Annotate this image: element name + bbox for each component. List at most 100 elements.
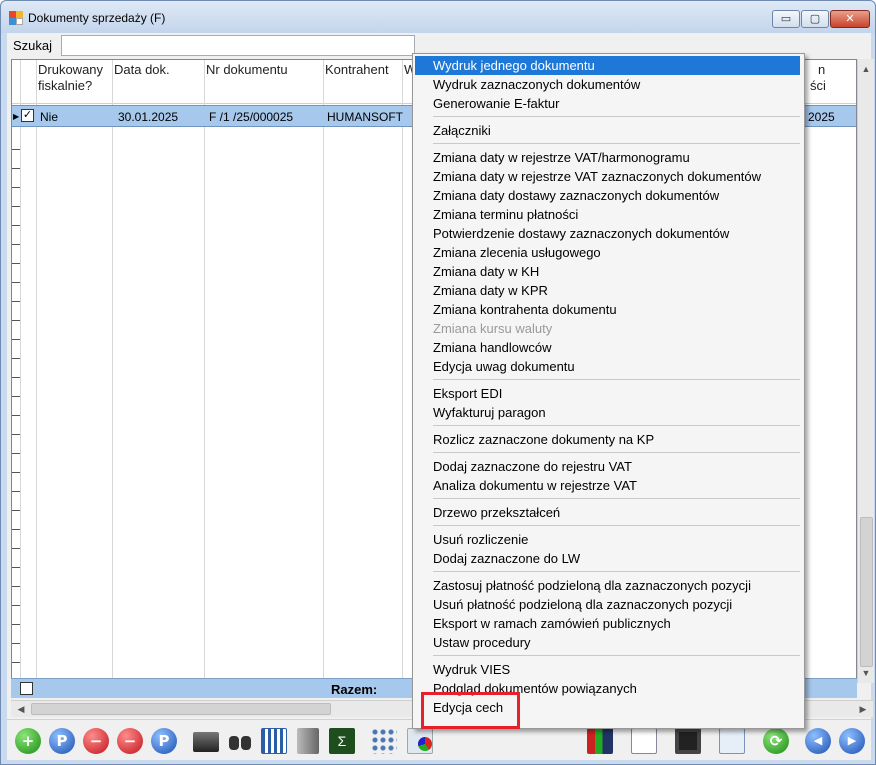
menu-separator <box>433 116 800 117</box>
menu-item-zmiana-kontrahenta-dokumentu[interactable]: Zmiana kontrahenta dokumentu <box>415 300 802 319</box>
row-divider <box>12 624 20 625</box>
menu-item-dodaj-zaznaczone-do-lw[interactable]: Dodaj zaznaczone do LW <box>415 549 802 568</box>
minimize-button[interactable]: ▭ <box>772 10 800 28</box>
preview-icon[interactable]: P <box>49 728 75 754</box>
scroll-down-icon[interactable]: ▼ <box>858 665 874 681</box>
first-icon[interactable]: ◀ <box>805 728 831 754</box>
menu-separator <box>433 143 800 144</box>
cell-data: 30.01.2025 <box>118 110 179 124</box>
menu-item-zmiana-daty-w-rejestrze-vat-zaznaczonych-dokumentow[interactable]: Zmiana daty w rejestrze VAT zaznaczonych… <box>415 167 802 186</box>
menu-item-usun-rozliczenie[interactable]: Usuń rozliczenie <box>415 530 802 549</box>
select-all-checkbox[interactable] <box>20 682 33 695</box>
last-icon[interactable]: ▶ <box>839 728 865 754</box>
maximize-button[interactable]: ▢ <box>801 10 829 28</box>
calendar-icon[interactable] <box>261 728 287 754</box>
menu-item-zmiana-terminu-platnosci[interactable]: Zmiana terminu płatności <box>415 205 802 224</box>
menu-item-dodaj-zaznaczone-do-rejestru-vat[interactable]: Dodaj zaznaczone do rejestru VAT <box>415 457 802 476</box>
menu-item-zmiana-zlecenia-uslugowego[interactable]: Zmiana zlecenia usługowego <box>415 243 802 262</box>
row-divider <box>12 187 20 188</box>
summary-label: Razem: <box>331 682 378 697</box>
menu-item-zmiana-kursu-waluty: Zmiana kursu waluty <box>433 321 553 336</box>
title-bar: Dokumenty sprzedaży (F) ▭ ▢ ✕ <box>1 1 875 33</box>
menu-item-zastosuj-platnosc-podzielona-dla-zaznaczonych-pozycji[interactable]: Zastosuj płatność podzieloną dla zaznacz… <box>415 576 802 595</box>
h-scroll-thumb[interactable] <box>31 703 331 715</box>
menu-separator <box>433 655 800 656</box>
row-divider <box>12 377 20 378</box>
menu-separator <box>433 571 800 572</box>
p-icon[interactable]: P <box>151 728 177 754</box>
row-divider <box>12 567 20 568</box>
row-divider <box>12 529 20 530</box>
row-divider <box>12 472 20 473</box>
printer-icon[interactable] <box>193 732 219 752</box>
refresh-icon[interactable]: ⟳ <box>763 728 789 754</box>
menu-item-eksport-w-ramach-zamowien-publicznych[interactable]: Eksport w ramach zamówień publicznych <box>415 614 802 633</box>
binoculars-icon[interactable] <box>227 728 253 754</box>
row-divider <box>12 149 20 150</box>
highlight-marker <box>421 692 520 729</box>
row-divider <box>12 453 20 454</box>
formula-icon[interactable]: Σ <box>329 728 355 754</box>
menu-separator <box>433 379 800 380</box>
header-nr-dokumentu[interactable]: Nr dokumentu <box>206 62 288 78</box>
menu-item-zalaczniki[interactable]: Załączniki <box>415 121 802 140</box>
menu-item-rozlicz-zaznaczone-dokumenty-na-kp[interactable]: Rozlicz zaznaczone dokumenty na KP <box>415 430 802 449</box>
menu-item-generowanie-e-faktur[interactable]: Generowanie E-faktur <box>415 94 802 113</box>
menu-item-zmiana-daty-dostawy-zaznaczonych-dokumentow[interactable]: Zmiana daty dostawy zaznaczonych dokumen… <box>415 186 802 205</box>
row-divider <box>12 548 20 549</box>
header-data-dok[interactable]: Data dok. <box>114 62 170 78</box>
menu-item-zmiana-handlowcow[interactable]: Zmiana handlowców <box>415 338 802 357</box>
row-divider <box>12 282 20 283</box>
menu-item-drzewo-przeksztalcen[interactable]: Drzewo przekształceń <box>415 503 802 522</box>
menu-item-zmiana-daty-w-kpr[interactable]: Zmiana daty w KPR <box>415 281 802 300</box>
menu-item-zmiana-daty-w-kh[interactable]: Zmiana daty w KH <box>415 262 802 281</box>
row-divider <box>12 586 20 587</box>
scroll-up-icon[interactable]: ▲ <box>858 61 874 77</box>
search-input[interactable] <box>61 35 415 56</box>
add-icon[interactable]: + <box>15 728 41 754</box>
cell-right: 2025 <box>808 110 835 124</box>
row-divider <box>12 301 20 302</box>
window-icon[interactable] <box>719 728 745 754</box>
row-divider <box>12 358 20 359</box>
header-drukowany[interactable]: Drukowany fiskalnie? <box>38 62 103 94</box>
menu-item-zmiana-daty-w-rejestrze-vat-harmonogramu[interactable]: Zmiana daty w rejestrze VAT/harmonogramu <box>415 148 802 167</box>
row-pointer-icon: ▶ <box>13 112 20 121</box>
search-label: Szukaj <box>13 38 53 53</box>
menu-item-wyfakturuj-paragon[interactable]: Wyfakturuj paragon <box>415 403 802 422</box>
menu-item-wydruk-zaznaczonych-dokumentow[interactable]: Wydruk zaznaczonych dokumentów <box>415 75 802 94</box>
row-divider <box>12 662 20 663</box>
save-icon[interactable] <box>675 728 701 754</box>
menu-separator <box>433 425 800 426</box>
cell-drukowany: Nie <box>40 110 59 124</box>
menu-item-eksport-edi[interactable]: Eksport EDI <box>415 384 802 403</box>
scroll-left-icon[interactable]: ◀ <box>13 701 29 717</box>
menu-separator <box>433 498 800 499</box>
menu-item-analiza-dokumentu-w-rejestrze-vat[interactable]: Analiza dokumentu w rejestrze VAT <box>415 476 802 495</box>
header-right-partial-2: ści <box>810 78 826 93</box>
delete-marked-icon[interactable]: − <box>117 728 143 754</box>
cell-kontrahent: HUMANSOFT <box>327 110 403 124</box>
scroll-right-icon[interactable]: ▶ <box>855 701 871 717</box>
row-divider <box>12 206 20 207</box>
delete-icon[interactable]: − <box>83 728 109 754</box>
context-menu: Wydruk jednego dokumentu Wydruk zaznaczon… <box>412 53 805 729</box>
menu-item-potwierdzenie-dostawy-zaznaczonych-dokumentow[interactable]: Potwierdzenie dostawy zaznaczonych dokum… <box>415 224 802 243</box>
menu-item-usun-platnosc-podzielona-dla-zaznaczonych-pozycji[interactable]: Usuń płatność podzieloną dla zaznaczonyc… <box>415 595 802 614</box>
header-right-partial[interactable]: n <box>818 62 825 78</box>
menu-item-edycja-uwag-dokumentu[interactable]: Edycja uwag dokumentu <box>415 357 802 376</box>
network-icon[interactable] <box>371 728 397 754</box>
report-icon[interactable] <box>587 728 613 754</box>
row-checkbox[interactable]: ✓ <box>21 109 34 122</box>
scroll-thumb[interactable] <box>860 517 873 667</box>
close-button[interactable]: ✕ <box>830 10 870 28</box>
menu-item-ustaw-procedury[interactable]: Ustaw procedury <box>415 633 802 652</box>
menu-item-wydruk-jednego-dokumentu[interactable]: Wydruk jednego dokumentu <box>415 56 800 75</box>
header-kontrahent[interactable]: Kontrahent <box>325 62 389 78</box>
row-divider <box>12 605 20 606</box>
document-icon[interactable] <box>631 728 657 754</box>
trash-icon[interactable] <box>297 728 319 754</box>
row-divider <box>12 320 20 321</box>
menu-item-wydruk-vies[interactable]: Wydruk VIES <box>415 660 802 679</box>
vertical-scrollbar[interactable]: ▲ ▼ <box>857 59 874 683</box>
